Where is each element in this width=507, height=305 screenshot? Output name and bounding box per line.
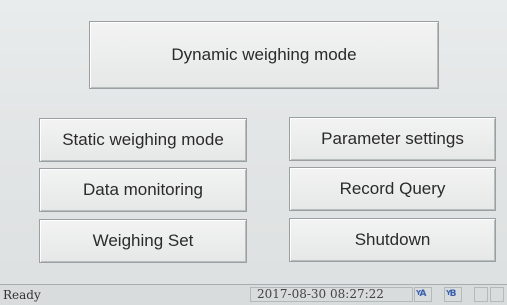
tray-status-icon [474,287,488,302]
status-bar: Ready 2017-08-30 08:27:22 YA YB [0,284,507,305]
main-screen: Dynamic weighing mode Static weighing mo… [0,0,507,304]
dynamic-weighing-mode-button[interactable]: Dynamic weighing mode [89,21,439,89]
status-text: Ready [3,288,41,302]
record-query-button[interactable]: Record Query [289,167,496,211]
parameter-settings-button[interactable]: Parameter settings [289,117,496,161]
status-datetime: 2017-08-30 08:27:22 [250,287,413,302]
shutdown-button[interactable]: Shutdown [289,218,496,262]
antenna-icon: Y [416,289,422,297]
data-monitoring-button[interactable]: Data monitoring [39,168,247,212]
signal-b-icon: YB [444,287,462,302]
tray-extra-icon [490,287,504,302]
signal-a-icon: YA [414,287,432,302]
weighing-set-button[interactable]: Weighing Set [39,219,247,263]
antenna-icon: Y [446,289,452,297]
static-weighing-mode-button[interactable]: Static weighing mode [39,118,247,162]
